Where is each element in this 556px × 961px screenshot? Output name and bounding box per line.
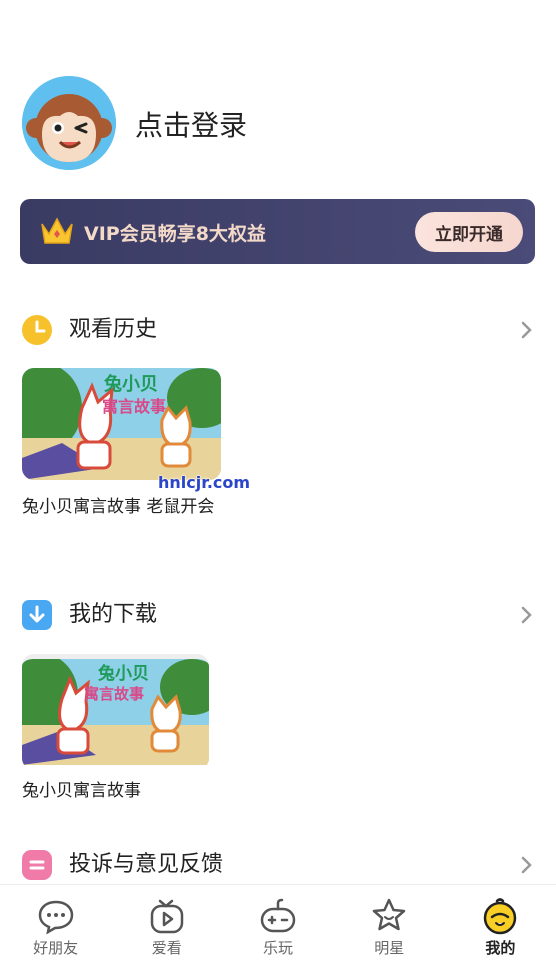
nav-item-play[interactable]: 乐玩 [222, 885, 333, 961]
chevron-right-icon [521, 606, 532, 624]
gamepad-icon [260, 898, 296, 933]
download-thumbnail[interactable]: 兔小贝 寓言故事 [22, 654, 209, 770]
cartoon-thumbnail-image: 兔小贝 寓言故事 [22, 659, 209, 765]
chevron-right-icon [521, 856, 532, 874]
nav-item-mine[interactable]: 我的 [445, 885, 556, 961]
login-link[interactable]: 点击登录 [135, 104, 247, 144]
history-section-header[interactable]: 观看历史 [22, 314, 536, 346]
downloads-section-header[interactable]: 我的下载 [22, 599, 536, 631]
nav-item-watch[interactable]: 爱看 [111, 885, 222, 961]
nav-label: 明星 [374, 939, 405, 957]
chevron-right-icon [521, 321, 532, 339]
nav-label: 我的 [485, 939, 516, 957]
svg-text:兔小贝: 兔小贝 [103, 373, 158, 395]
nav-label: 爱看 [151, 939, 182, 957]
vip-promo-text: VIP会员畅享8大权益 [84, 223, 266, 245]
download-icon [22, 600, 52, 630]
nav-label: 好朋友 [33, 939, 79, 957]
nav-label: 乐玩 [263, 939, 294, 957]
feedback-title: 投诉与意见反馈 [69, 852, 224, 877]
svg-text:寓言故事: 寓言故事 [102, 397, 166, 416]
tv-play-icon [150, 899, 184, 934]
feedback-icon [22, 850, 52, 880]
svg-text:兔小贝: 兔小贝 [97, 663, 149, 684]
clock-icon [22, 315, 52, 345]
vip-banner[interactable]: VIP会员畅享8大权益 立即开通 [20, 199, 535, 264]
feedback-section-header[interactable]: 投诉与意见反馈 [22, 849, 536, 881]
nav-item-friends[interactable]: 好朋友 [0, 885, 111, 961]
history-title: 观看历史 [69, 317, 158, 342]
watermark-text: hnlcjr.com [158, 473, 251, 492]
monkey-avatar-icon [22, 76, 116, 170]
downloads-title: 我的下载 [69, 602, 158, 627]
vip-activate-button[interactable]: 立即开通 [415, 212, 523, 252]
star-face-icon [372, 898, 406, 931]
avatar[interactable] [22, 76, 116, 170]
svg-text:寓言故事: 寓言故事 [84, 685, 144, 703]
bottom-navigation: 好朋友 爱看 乐玩 明星 我的 [0, 884, 556, 961]
crown-icon [41, 217, 73, 244]
history-item-caption: 兔小贝寓言故事 老鼠开会 [22, 497, 215, 517]
chat-bubble-icon [38, 900, 73, 935]
cartoon-thumbnail-image: 兔小贝 寓言故事 [22, 368, 221, 480]
history-thumbnail[interactable]: 兔小贝 寓言故事 [22, 368, 221, 480]
chick-face-icon [484, 898, 517, 935]
download-item-caption: 兔小贝寓言故事 [22, 781, 141, 801]
nav-item-stars[interactable]: 明星 [334, 885, 445, 961]
